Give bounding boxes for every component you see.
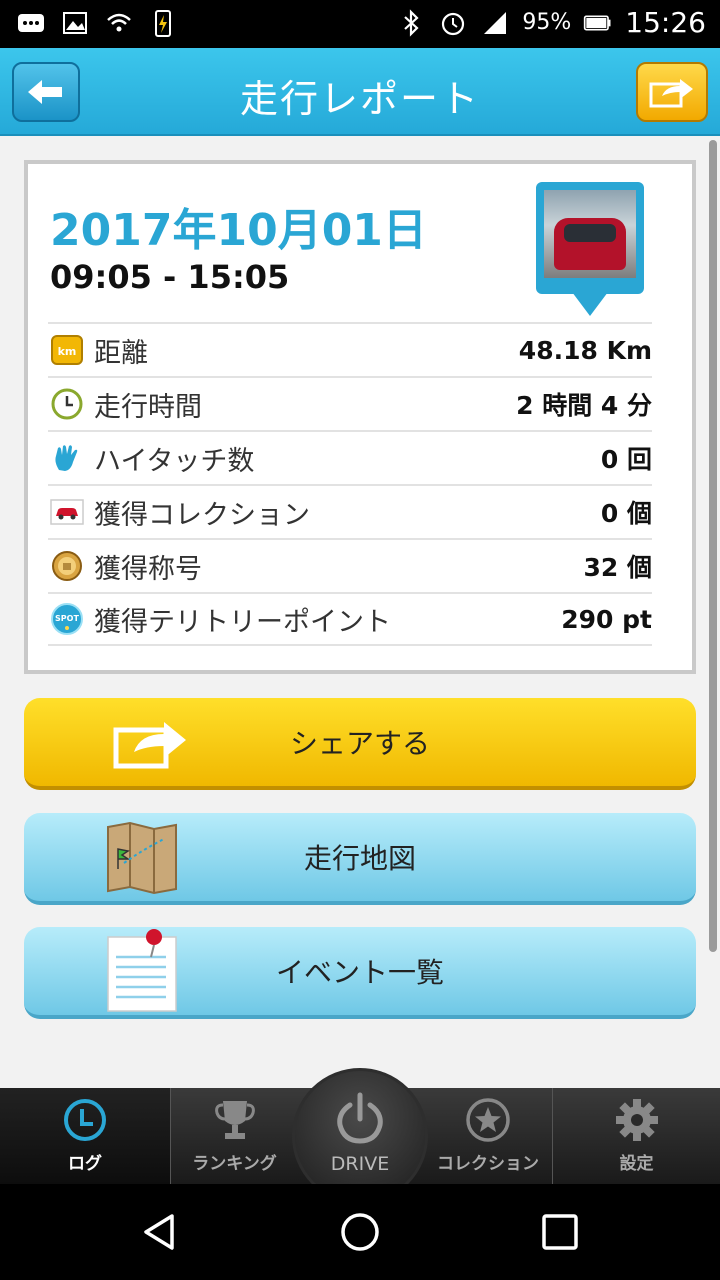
- stat-label: 獲得称号: [94, 553, 202, 585]
- stat-value: 290 pt: [561, 604, 652, 634]
- stat-value: 0 個: [600, 499, 652, 528]
- car-collection-icon: [50, 495, 84, 529]
- tab-collection-label: コレクション: [437, 1154, 539, 1174]
- tab-settings-label: 設定: [619, 1154, 654, 1174]
- alarm-icon: [442, 12, 465, 35]
- page-title: 走行レポート: [239, 77, 480, 121]
- battery-charging-icon: [155, 10, 171, 37]
- stat-row-titles: 獲得称号 32 個: [48, 538, 652, 592]
- spot-icon: SPOT: [50, 602, 84, 636]
- status-bar: 95% 15:26: [0, 0, 720, 48]
- hi-five-icon: [50, 441, 84, 475]
- stat-label: 獲得テリトリーポイント: [94, 606, 391, 638]
- drive-label: DRIVE: [330, 1153, 390, 1175]
- car-photo: [544, 190, 636, 278]
- stat-label: 獲得コレクション: [94, 499, 310, 531]
- system-nav-bar: [0, 1184, 720, 1280]
- stat-label: 距離: [94, 337, 148, 369]
- share-icon: [649, 79, 693, 108]
- nav-back-icon[interactable]: [138, 1210, 182, 1254]
- stat-row-hi-five: ハイタッチ数 0 回: [48, 430, 652, 484]
- message-icon: [18, 14, 44, 32]
- battery-percent: 95%: [522, 10, 572, 35]
- scrollbar[interactable]: [709, 140, 717, 952]
- tab-settings[interactable]: 設定: [552, 1088, 720, 1184]
- signal-icon: [484, 11, 507, 34]
- report-date: 2017年10月01日: [50, 205, 427, 256]
- title-medal-icon: [50, 549, 84, 583]
- km-icon: km: [50, 333, 84, 367]
- tab-ranking-label: ランキング: [192, 1154, 277, 1174]
- tab-log[interactable]: ログ: [0, 1088, 170, 1184]
- stat-value: 32 個: [583, 553, 653, 582]
- event-list-button-label: イベント一覧: [275, 956, 444, 989]
- gear-icon: [615, 1099, 658, 1141]
- status-bar-system: 95% 15:26: [396, 6, 706, 39]
- clock: 15:26: [625, 6, 706, 39]
- stat-value: 2 時間 4 分: [516, 391, 652, 420]
- tab-collection[interactable]: コレクション: [424, 1088, 552, 1184]
- report-card: 2017年10月01日 09:05 - 15:05 km 距離 48.18 Km…: [24, 160, 696, 674]
- status-bar-notifications: [16, 8, 178, 38]
- nav-recents-icon[interactable]: [538, 1210, 582, 1254]
- drive-map-button-label: 走行地図: [303, 842, 416, 875]
- drive-map-button[interactable]: 走行地図: [24, 813, 696, 905]
- star-icon: [466, 1098, 510, 1142]
- stat-row-drive-time: 走行時間 2 時間 4 分: [48, 376, 652, 430]
- stat-value: 0 回: [600, 445, 652, 474]
- stat-row-collection: 獲得コレクション 0 個: [48, 484, 652, 538]
- svg-text:SPOT: SPOT: [55, 614, 79, 623]
- tab-ranking[interactable]: ランキング: [170, 1088, 298, 1184]
- stat-label: 走行時間: [94, 391, 202, 423]
- wifi-on-icon: [107, 13, 131, 32]
- photo-icon: [63, 12, 87, 34]
- log-clock-icon: [64, 1099, 106, 1141]
- stats-list: km 距離 48.18 Km 走行時間 2 時間 4 分 ハイタッチ数 0 回 …: [48, 322, 652, 646]
- stat-row-distance: km 距離 48.18 Km: [48, 322, 652, 376]
- svg-text:km: km: [58, 345, 77, 358]
- share-button[interactable]: シェアする: [24, 698, 696, 790]
- nav-home-icon[interactable]: [338, 1210, 382, 1254]
- bluetooth-icon: [404, 8, 419, 37]
- trophy-icon: [214, 1101, 255, 1139]
- share-button-label: シェアする: [289, 727, 430, 760]
- stat-value: 48.18 Km: [518, 335, 652, 365]
- tab-log-label: ログ: [68, 1154, 102, 1174]
- stat-row-territory: SPOT 獲得テリトリーポイント 290 pt: [48, 592, 652, 646]
- car-photo-pin[interactable]: [536, 182, 644, 316]
- share-icon: [113, 722, 186, 769]
- event-list-button[interactable]: イベント一覧: [24, 927, 696, 1019]
- power-icon: [337, 1092, 383, 1144]
- event-list-icon: [107, 929, 177, 1012]
- stat-label: ハイタッチ数: [94, 445, 255, 477]
- clock-icon: [50, 387, 84, 421]
- map-icon: [107, 821, 177, 895]
- app-header: 走行レポート: [0, 48, 720, 136]
- battery-icon: [584, 15, 611, 30]
- report-time-range: 09:05 - 15:05: [50, 258, 290, 296]
- header-share-button[interactable]: [636, 62, 708, 122]
